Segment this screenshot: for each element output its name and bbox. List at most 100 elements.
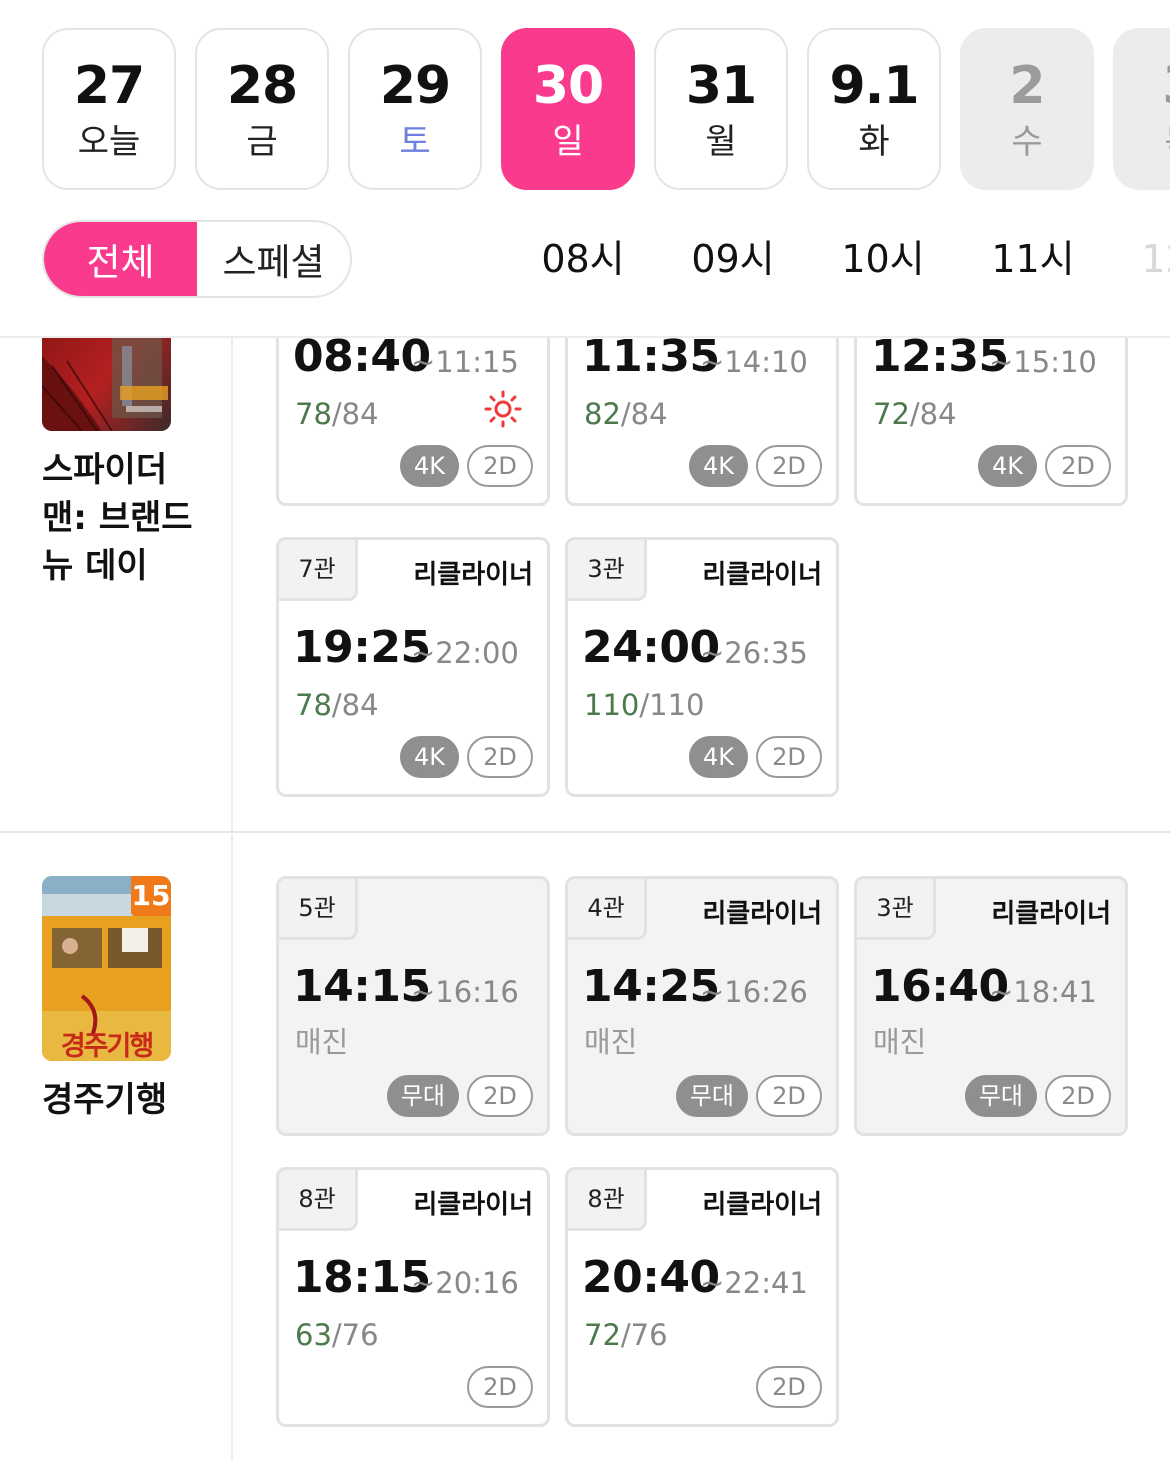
total-seats: /84 bbox=[331, 688, 379, 722]
start-time: 19:25 bbox=[293, 622, 431, 673]
date-weekday: 금 bbox=[246, 122, 278, 162]
start-time: 18:15 bbox=[293, 1252, 431, 1303]
date-9-1[interactable]: 9.1 화 bbox=[807, 28, 941, 190]
format-badges: 무대 2D bbox=[675, 1075, 822, 1117]
date-weekday: 오늘 bbox=[77, 122, 141, 162]
date-weekday: 월 bbox=[705, 122, 737, 162]
column-divider bbox=[231, 834, 233, 1461]
format-badges: 4K 2D bbox=[688, 736, 822, 778]
hour-10[interactable]: 10시 bbox=[808, 220, 958, 298]
hour-11[interactable]: 11시 bbox=[958, 220, 1108, 298]
end-time: ~16:16 bbox=[411, 975, 519, 1009]
age-rating-badge: 15 bbox=[131, 876, 171, 916]
hour-08[interactable]: 08시 bbox=[508, 220, 658, 298]
date-weekday: 수 bbox=[1011, 122, 1043, 162]
poster-title: 경주기행 bbox=[60, 1031, 154, 1061]
start-time: 08:40 bbox=[293, 331, 431, 382]
movie-title-line: 맨: 브랜드 bbox=[42, 498, 193, 538]
hall-label: 8관 bbox=[565, 1167, 647, 1231]
format-badge-2d: 2D bbox=[467, 1075, 533, 1117]
column-divider bbox=[231, 338, 233, 832]
format-badge-2d: 2D bbox=[467, 1366, 533, 1408]
available-seats: 78 bbox=[295, 397, 332, 431]
start-time: 11:35 bbox=[582, 331, 720, 382]
movie-title[interactable]: 스파이더 맨: 브랜드 뉴 데이 bbox=[42, 446, 217, 590]
seat-count: 63/76 bbox=[295, 1318, 379, 1352]
movie-poster-gyeongju[interactable]: 경주기행 15 bbox=[42, 876, 171, 1061]
showtime-card[interactable]: 8관 리클라이너 18:15 ~20:16 63/76 2D bbox=[276, 1167, 550, 1427]
sold-out-status: 매진 bbox=[295, 1025, 349, 1059]
format-badges: 4K 2D bbox=[399, 736, 533, 778]
total-seats: /76 bbox=[620, 1318, 668, 1352]
stage-greeting-badge: 무대 bbox=[675, 1075, 748, 1117]
screen-type-label: 리클라이너 bbox=[991, 899, 1111, 929]
screen-type-label: 리클라이너 bbox=[702, 1190, 822, 1220]
format-badge-2d: 2D bbox=[1045, 1075, 1111, 1117]
available-seats: 110 bbox=[584, 688, 640, 722]
hour-12[interactable]: 12시 bbox=[1108, 220, 1170, 298]
hall-label: 8관 bbox=[276, 1167, 358, 1231]
showtime-card[interactable]: 7관 리클라이너 19:25 ~22:00 78/84 4K 2D bbox=[276, 537, 550, 797]
start-time: 14:15 bbox=[293, 961, 431, 1012]
seat-count: 82/84 bbox=[584, 397, 668, 431]
end-time: ~22:41 bbox=[700, 1266, 808, 1300]
date-29[interactable]: 29 토 bbox=[348, 28, 482, 190]
date-30-selected[interactable]: 30 일 bbox=[501, 28, 635, 190]
format-badge-2d: 2D bbox=[756, 445, 822, 487]
seat-count: 72/76 bbox=[584, 1318, 668, 1352]
date-number: 29 bbox=[379, 56, 451, 116]
start-time: 12:35 bbox=[871, 331, 1009, 382]
start-time: 24:00 bbox=[582, 622, 720, 673]
available-seats: 72 bbox=[873, 397, 910, 431]
showtime-card[interactable]: 4관 리클라이너 14:25 ~16:26 매진 무대 2D bbox=[565, 876, 839, 1136]
date-number: 3 bbox=[1115, 56, 1170, 116]
showtime-card[interactable]: 5관 14:15 ~16:16 매진 무대 2D bbox=[276, 876, 550, 1136]
showtime-card[interactable]: 3관 리클라이너 16:40 ~18:41 매진 무대 2D bbox=[854, 876, 1128, 1136]
date-number: 27 bbox=[73, 56, 145, 116]
stage-greeting-badge: 무대 bbox=[964, 1075, 1037, 1117]
schedule-header: 27 오늘 28 금 29 토 30 일 31 월 9.1 화 2 수 3 목 bbox=[0, 0, 1170, 338]
format-badge-2d: 2D bbox=[756, 1366, 822, 1408]
date-weekday: 화 bbox=[858, 122, 890, 162]
hour-09[interactable]: 09시 bbox=[658, 220, 808, 298]
hall-label: 4관 bbox=[565, 876, 647, 940]
sold-out-status: 매진 bbox=[873, 1025, 927, 1059]
format-badge-4k: 4K bbox=[688, 445, 748, 487]
format-badges: 2D bbox=[467, 1366, 533, 1408]
hour-selector: 08시 09시 10시 11시 12시 bbox=[508, 220, 1170, 298]
date-weekday: 일 bbox=[552, 122, 584, 162]
screening-type-toggle: 전체 스페셜 bbox=[42, 220, 352, 298]
format-badges: 4K 2D bbox=[688, 445, 822, 487]
total-seats: /76 bbox=[331, 1318, 379, 1352]
seat-count: 110/110 bbox=[584, 688, 704, 722]
format-badge-4k: 4K bbox=[977, 445, 1037, 487]
date-number: 30 bbox=[532, 56, 604, 116]
seat-count: 78/84 bbox=[295, 688, 379, 722]
showtime-card[interactable]: 8관 리클라이너 20:40 ~22:41 72/76 2D bbox=[565, 1167, 839, 1427]
hall-label: 7관 bbox=[276, 537, 358, 601]
date-number: 9.1 bbox=[829, 56, 919, 116]
hall-label: 3관 bbox=[854, 876, 936, 940]
available-seats: 72 bbox=[584, 1318, 621, 1352]
format-badge-2d: 2D bbox=[467, 736, 533, 778]
date-weekday: 목 bbox=[1115, 120, 1170, 164]
screen-type-label: 리클라이너 bbox=[413, 1190, 533, 1220]
format-badges: 4K 2D bbox=[399, 445, 533, 487]
date-3-disabled: 3 목 bbox=[1113, 28, 1170, 190]
date-today[interactable]: 27 오늘 bbox=[42, 28, 176, 190]
end-time: ~16:26 bbox=[700, 975, 808, 1009]
movie-title[interactable]: 경주기행 bbox=[42, 1076, 217, 1124]
date-28[interactable]: 28 금 bbox=[195, 28, 329, 190]
format-badges: 2D bbox=[756, 1366, 822, 1408]
showtime-card[interactable]: 3관 리클라이너 24:00 ~26:35 110/110 4K 2D bbox=[565, 537, 839, 797]
start-time: 16:40 bbox=[871, 961, 1009, 1012]
filter-all-button[interactable]: 전체 bbox=[44, 222, 197, 296]
date-selector: 27 오늘 28 금 29 토 30 일 31 월 9.1 화 2 수 3 목 bbox=[42, 28, 1170, 190]
screen-type-label: 리클라이너 bbox=[702, 899, 822, 929]
date-31[interactable]: 31 월 bbox=[654, 28, 788, 190]
available-seats: 82 bbox=[584, 397, 621, 431]
end-time: ~20:16 bbox=[411, 1266, 519, 1300]
start-time: 14:25 bbox=[582, 961, 720, 1012]
filter-special-button[interactable]: 스페셜 bbox=[197, 222, 350, 296]
total-seats: /110 bbox=[639, 688, 705, 722]
